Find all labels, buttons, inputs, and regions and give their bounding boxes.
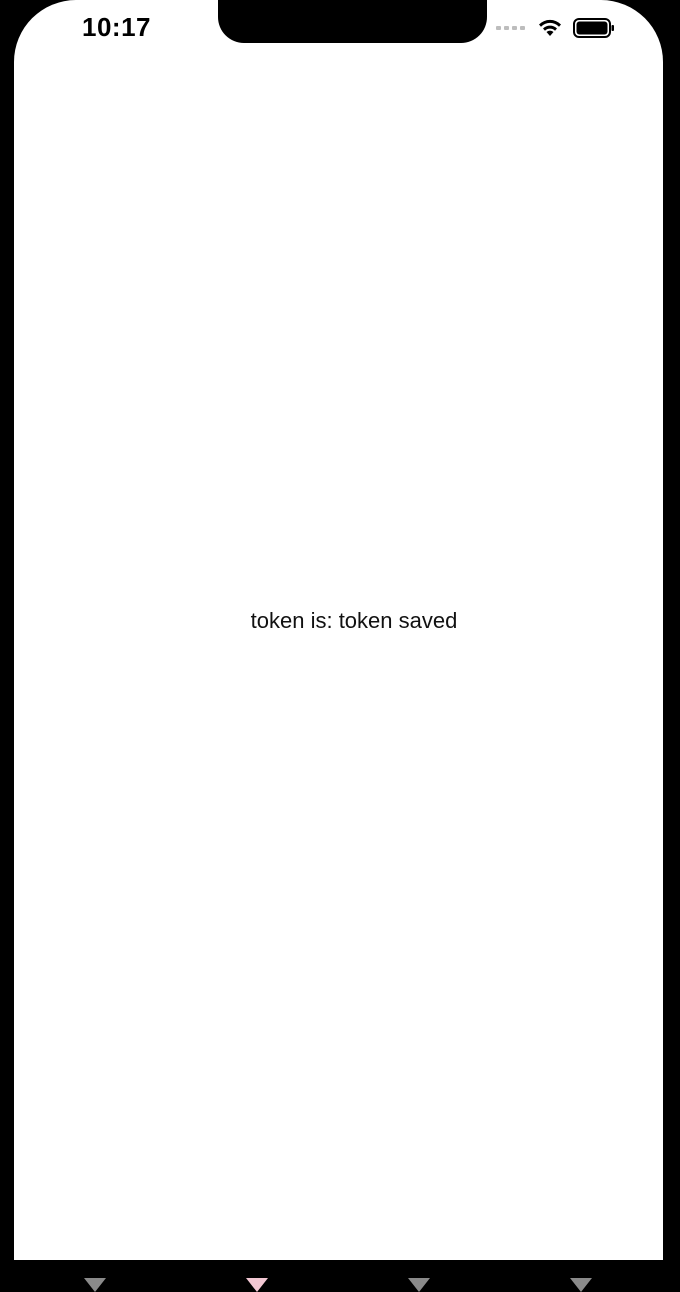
device-notch [218, 0, 487, 43]
tab-3-marker-icon[interactable] [408, 1278, 430, 1292]
device-frame: 10:17 token is: token saved [0, 0, 680, 1292]
tab-4-marker-icon[interactable] [570, 1278, 592, 1292]
tab-2-marker-icon[interactable] [246, 1278, 268, 1292]
status-icons [496, 16, 615, 40]
token-status-text: token is: token saved [250, 608, 458, 633]
tab-1-marker-icon[interactable] [84, 1278, 106, 1292]
signal-icon [496, 26, 525, 30]
status-time: 10:17 [82, 12, 151, 42]
app-screen: 10:17 token is: token saved [14, 0, 663, 1260]
battery-icon [573, 18, 614, 38]
wifi-icon [539, 19, 561, 36]
tab-bar [0, 1260, 680, 1292]
